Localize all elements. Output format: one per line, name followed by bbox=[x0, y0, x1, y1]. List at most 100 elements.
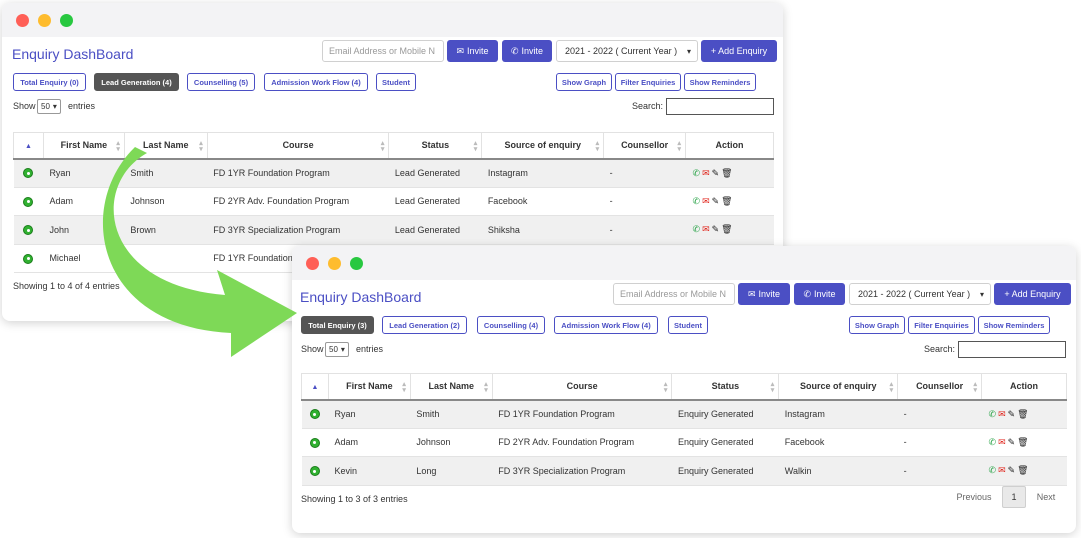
maximize-window-button[interactable] bbox=[60, 14, 73, 27]
chevron-down-icon: ▾ bbox=[52, 102, 57, 111]
expand-row-control[interactable] bbox=[301, 399, 329, 429]
expand-row-control[interactable] bbox=[13, 244, 44, 273]
email-icon[interactable]: ✉ bbox=[702, 224, 710, 235]
tab-admission-work-flow[interactable]: Admission Work Flow (4) bbox=[264, 73, 368, 91]
email-mobile-input[interactable] bbox=[322, 40, 444, 62]
add-enquiry-button[interactable]: + Add Enquiry bbox=[701, 40, 777, 62]
edit-icon[interactable]: ✎ bbox=[1008, 409, 1016, 420]
table-search-input[interactable] bbox=[958, 341, 1066, 358]
column-header-counsellor[interactable]: Counsellor ▴ ▾ bbox=[897, 373, 983, 401]
previous-page-button[interactable]: Previous bbox=[954, 486, 994, 508]
academic-year-select[interactable]: 2021 - 2022 ( Current Year ) ▾ bbox=[849, 283, 991, 305]
whatsapp-icon[interactable]: ✆ bbox=[989, 409, 997, 420]
tab-admission-work-flow[interactable]: Admission Work Flow (4) bbox=[554, 316, 658, 334]
entries-length-select[interactable]: 50 ▾ bbox=[37, 99, 61, 114]
show-graph-button[interactable]: Show Graph bbox=[556, 73, 612, 91]
email-icon[interactable]: ✉ bbox=[702, 196, 710, 207]
filter-enquiries-button[interactable]: Filter Enquiries bbox=[908, 316, 975, 334]
column-header-control[interactable]: ▲ bbox=[301, 373, 329, 401]
edit-icon[interactable]: ✎ bbox=[712, 196, 720, 207]
column-header-course[interactable]: Course ▴ ▾ bbox=[491, 373, 673, 401]
whatsapp-icon[interactable]: ✆ bbox=[989, 465, 997, 476]
expand-row-control[interactable] bbox=[13, 158, 44, 188]
tab-counselling[interactable]: Counselling (5) bbox=[187, 73, 255, 91]
add-enquiry-button[interactable]: + Add Enquiry bbox=[994, 283, 1071, 305]
expand-icon[interactable] bbox=[23, 225, 34, 236]
whatsapp-icon[interactable]: ✆ bbox=[693, 224, 701, 235]
edit-icon[interactable]: ✎ bbox=[1008, 437, 1016, 448]
sort-icon: ▴ ▾ bbox=[770, 381, 775, 394]
trash-icon[interactable]: 🗑 bbox=[1017, 437, 1028, 448]
filter-enquiries-button[interactable]: Filter Enquiries bbox=[615, 73, 681, 91]
cell-source: Instagram bbox=[778, 399, 898, 429]
status-tabs: Total Enquiry (3) Lead Generation (2) Co… bbox=[292, 316, 1076, 340]
status-tabs: Total Enquiry (0) Lead Generation (4) Co… bbox=[2, 73, 783, 97]
expand-row-control[interactable] bbox=[301, 428, 329, 457]
sort-icon: ▴ ▾ bbox=[889, 381, 894, 394]
expand-row-control[interactable] bbox=[13, 215, 44, 245]
column-header-last-name[interactable]: Last Name ▴ ▾ bbox=[409, 373, 493, 401]
expand-icon[interactable] bbox=[23, 253, 34, 264]
show-reminders-button[interactable]: Show Reminders bbox=[978, 316, 1050, 334]
trash-icon[interactable]: 🗑 bbox=[721, 168, 732, 179]
column-header-status[interactable]: Status ▴ ▾ bbox=[388, 132, 483, 160]
show-reminders-button[interactable]: Show Reminders bbox=[684, 73, 756, 91]
whatsapp-icon: ✆ bbox=[510, 45, 519, 56]
academic-year-select[interactable]: 2021 - 2022 ( Current Year ) ▾ bbox=[556, 40, 698, 62]
page-1-button[interactable]: 1 bbox=[1002, 486, 1026, 508]
edit-icon[interactable]: ✎ bbox=[1008, 465, 1016, 476]
column-header-source[interactable]: Source of enquiry ▴ ▾ bbox=[481, 132, 605, 160]
close-window-button[interactable] bbox=[16, 14, 29, 27]
column-header-first-name[interactable]: First Name ▴ ▾ bbox=[327, 373, 411, 401]
tab-counselling[interactable]: Counselling (4) bbox=[477, 316, 545, 334]
whatsapp-icon[interactable]: ✆ bbox=[693, 168, 701, 179]
email-icon[interactable]: ✉ bbox=[998, 409, 1006, 420]
whatsapp-icon[interactable]: ✆ bbox=[693, 196, 701, 207]
trash-icon[interactable]: 🗑 bbox=[1017, 465, 1028, 476]
trash-icon[interactable]: 🗑 bbox=[721, 224, 732, 235]
entries-length-select[interactable]: 50 ▾ bbox=[325, 342, 349, 357]
tab-lead-generation[interactable]: Lead Generation (2) bbox=[382, 316, 467, 334]
email-mobile-input[interactable] bbox=[613, 283, 735, 305]
tab-student[interactable]: Student bbox=[668, 316, 708, 334]
tab-lead-generation[interactable]: Lead Generation (4) bbox=[94, 73, 179, 91]
next-page-button[interactable]: Next bbox=[1026, 486, 1066, 508]
invite-whatsapp-button[interactable]: ✆ Invite bbox=[794, 283, 845, 305]
tab-student[interactable]: Student bbox=[376, 73, 416, 91]
expand-icon[interactable] bbox=[23, 168, 34, 179]
tab-total-enquiry[interactable]: Total Enquiry (0) bbox=[13, 73, 86, 91]
invite-email-button[interactable]: ✉ Invite bbox=[738, 283, 790, 305]
minimize-window-button[interactable] bbox=[38, 14, 51, 27]
invite-email-button[interactable]: ✉ Invite bbox=[447, 40, 498, 62]
table-info: Showing 1 to 3 of 3 entries bbox=[301, 494, 408, 504]
green-arrow-shape bbox=[102, 147, 297, 357]
invite-whatsapp-button[interactable]: ✆ Invite bbox=[502, 40, 552, 62]
edit-icon[interactable]: ✎ bbox=[712, 224, 720, 235]
minimize-window-button[interactable] bbox=[328, 257, 341, 270]
column-header-counsellor[interactable]: Counsellor ▴ ▾ bbox=[603, 132, 687, 160]
trash-icon[interactable]: 🗑 bbox=[1017, 409, 1028, 420]
edit-icon[interactable]: ✎ bbox=[712, 168, 720, 179]
email-icon[interactable]: ✉ bbox=[998, 437, 1006, 448]
expand-icon[interactable] bbox=[309, 437, 320, 448]
cell-source: Facebook bbox=[481, 187, 604, 216]
email-icon[interactable]: ✉ bbox=[998, 465, 1006, 476]
row-actions: ✆ ✉ ✎ 🗑 bbox=[685, 215, 774, 245]
expand-row-control[interactable] bbox=[301, 456, 329, 486]
expand-icon[interactable] bbox=[309, 409, 320, 420]
column-header-status[interactable]: Status ▴ ▾ bbox=[671, 373, 780, 401]
cell-counsellor: - bbox=[603, 158, 686, 188]
expand-icon[interactable] bbox=[309, 466, 320, 477]
trash-icon[interactable]: 🗑 bbox=[721, 196, 732, 207]
email-icon[interactable]: ✉ bbox=[702, 168, 710, 179]
column-header-source[interactable]: Source of enquiry ▴ ▾ bbox=[778, 373, 899, 401]
dashboard-content: Enquiry DashBoard ✉Invite ✆Invite 2021 -… bbox=[292, 280, 1076, 508]
expand-icon[interactable] bbox=[23, 196, 34, 207]
expand-row-control[interactable] bbox=[13, 187, 44, 216]
maximize-window-button[interactable] bbox=[350, 257, 363, 270]
column-header-control[interactable]: ▲ bbox=[13, 132, 44, 160]
show-graph-button[interactable]: Show Graph bbox=[849, 316, 905, 334]
whatsapp-icon[interactable]: ✆ bbox=[989, 437, 997, 448]
sort-icon: ▴ ▾ bbox=[663, 381, 668, 394]
table-search-input[interactable] bbox=[666, 98, 774, 115]
